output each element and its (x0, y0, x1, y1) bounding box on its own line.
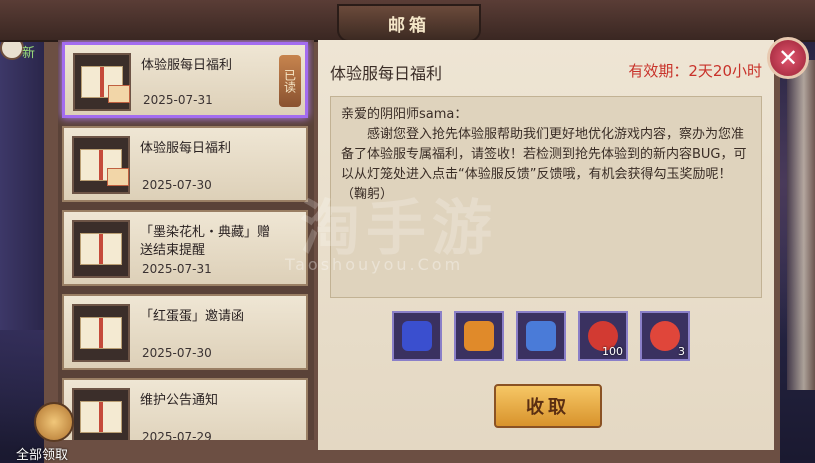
new-label: 新 (22, 46, 36, 61)
watermark-text: 淘手游 (300, 194, 498, 264)
close-icon: ✕ (777, 44, 799, 72)
gold-amulet-icon (464, 321, 494, 351)
mail-list-item[interactable]: 体验服每日福利 2025-07-31 已读 (62, 42, 308, 118)
mail-envelope-icon (72, 220, 130, 278)
blue-amulet-icon (402, 321, 432, 351)
mail-title: 体验服每日福利 (140, 141, 232, 156)
attachment-quantity: 100 (602, 345, 623, 358)
validity-text: 有效期：2天20小时 (628, 62, 762, 80)
gift-box-icon (34, 402, 74, 442)
mail-gift-icon (73, 53, 131, 111)
mail-title: 体验服每日福利 (141, 58, 233, 73)
attachment-item[interactable]: 100 (578, 311, 628, 361)
mail-envelope-icon (72, 304, 130, 362)
title-bar: 邮箱 (0, 0, 815, 42)
mail-date: 2025-07-30 (142, 178, 212, 192)
mail-list-item[interactable]: 「墨染花札・典藏」赠送结束提醒 2025-07-31 (62, 210, 308, 286)
mail-title: 维护公告通知 (140, 393, 219, 408)
mail-list-item[interactable]: 维护公告通知 2025-07-29 (62, 378, 308, 440)
mail-detail-title: 体验服每日福利 (330, 64, 443, 83)
attachment-item[interactable] (392, 311, 442, 361)
mail-gift-icon (72, 136, 130, 194)
attachment-list: 100 3 (392, 311, 690, 365)
attachment-item[interactable] (454, 311, 504, 361)
collect-all-button[interactable]: 全部领取 (16, 402, 84, 463)
attachment-quantity: 3 (678, 345, 685, 358)
red-daruma-icon (650, 321, 680, 351)
mail-title: 「墨染花札・典藏」赠送结束提醒 (140, 225, 271, 258)
read-tag: 已读 (279, 55, 301, 107)
collect-button[interactable]: 收取 (494, 384, 602, 428)
watermark-subtext: Taoshouyou.Com (285, 255, 464, 274)
mail-list-item[interactable]: 「红蛋蛋」邀请函 2025-07-30 (62, 294, 308, 370)
mail-date: 2025-07-31 (143, 93, 213, 107)
mail-list: 体验服每日福利 2025-07-31 已读 体验服每日福利 2025-07-30… (58, 40, 314, 440)
title-plaque: 邮箱 (337, 4, 481, 42)
attachment-item[interactable]: 3 (640, 311, 690, 361)
mail-date: 2025-07-29 (142, 430, 212, 440)
mail-list-item[interactable]: 体验服每日福利 2025-07-30 (62, 126, 308, 202)
attachment-item[interactable] (516, 311, 566, 361)
mail-title: 「红蛋蛋」邀请函 (140, 309, 245, 324)
right-scene-decoration (787, 60, 815, 390)
mail-date: 2025-07-30 (142, 346, 212, 360)
card-pack-icon (526, 321, 556, 351)
mail-date: 2025-07-31 (142, 262, 212, 276)
mail-greeting: 亲爱的阴阳师sama： (341, 107, 468, 122)
close-button[interactable]: ✕ (767, 37, 809, 79)
collect-all-label: 全部领取 (16, 448, 69, 463)
window-title: 邮箱 (388, 15, 430, 36)
